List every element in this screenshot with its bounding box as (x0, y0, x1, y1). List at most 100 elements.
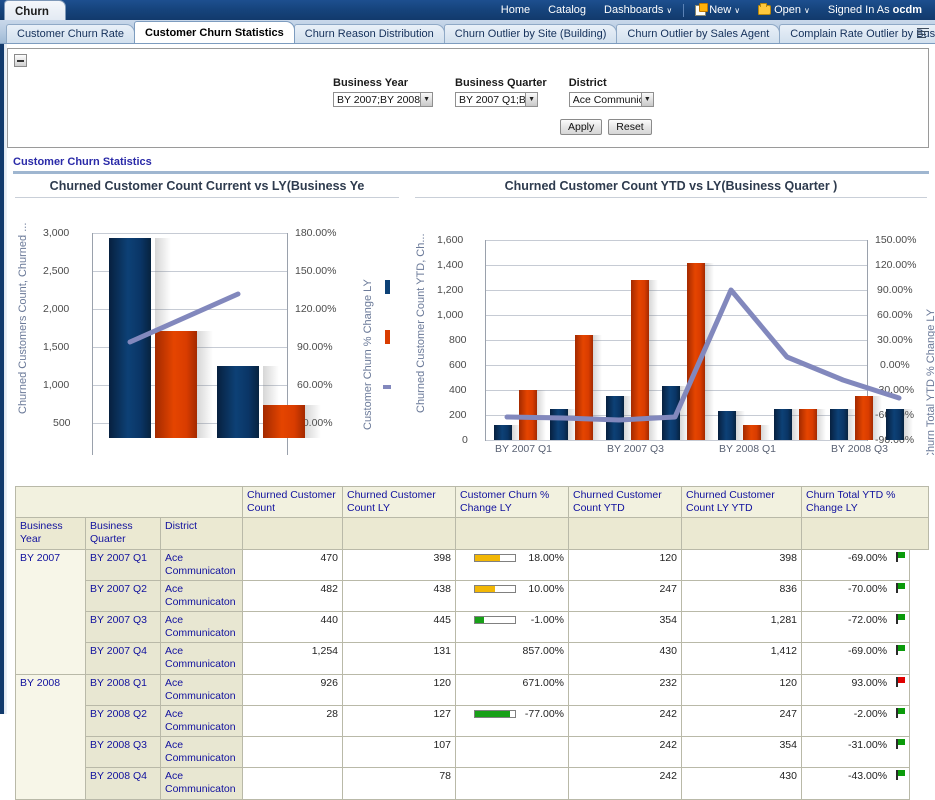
nav-catalog-label: Catalog (548, 4, 586, 16)
cell-churned-customer-count-ly-ytd: 430 (682, 768, 802, 799)
pct-value: -31.00% (848, 739, 887, 751)
col-churn-total-ytd-pct-change-ly[interactable]: Churn Total YTD % Change LY (802, 487, 929, 518)
collapse-section-button[interactable] (14, 54, 27, 67)
business-quarter-select[interactable]: BY 2007 Q1;BY ▼ (455, 92, 538, 107)
chart2-trend-line (407, 200, 935, 438)
cell-business-quarter: BY 2008 Q4 (86, 768, 161, 799)
tab-customer-churn-rate[interactable]: Customer Churn Rate (6, 24, 135, 43)
nav-dashboards[interactable]: Dashboards ∨ (595, 4, 681, 16)
cell-district: Ace Communicaton (161, 768, 243, 799)
chart1-title-rule (15, 197, 399, 198)
nav-open-label: Open (774, 4, 801, 16)
tab-label: Complain Rate Outlier by Business (790, 28, 935, 40)
cell-churned-customer-count: 482 (243, 580, 343, 611)
nav-dashboards-label: Dashboards (604, 4, 663, 16)
cell-churned-customer-count-ly-ytd: 398 (682, 549, 802, 580)
cell-district: Ace Communicaton (161, 612, 243, 643)
col-churned-customer-count-ly[interactable]: Churned Customer Count LY (343, 487, 456, 518)
cell-churned-customer-count-ly-ytd: 836 (682, 580, 802, 611)
signed-in-label: Signed In As (828, 4, 890, 16)
chevron-down-icon: ∨ (734, 7, 740, 15)
tab-churn-outlier-by-sales-agent[interactable]: Churn Outlier by Sales Agent (616, 24, 780, 43)
col-business-quarter[interactable]: Business Quarter (86, 518, 161, 549)
status-flag-icon (896, 677, 905, 687)
tab-complain-rate-outlier-by-business[interactable]: Complain Rate Outlier by Business » (779, 24, 935, 43)
chart1-plot: Churned Customers Count, Churned ... 3,0… (7, 200, 407, 438)
col-churned-customer-count-ly-ytd[interactable]: Churned Customer Count LY YTD (682, 487, 802, 518)
col-district[interactable]: District (161, 518, 243, 549)
cell-churn-total-ytd-pct-change-ly: -69.00% (802, 549, 910, 580)
pct-value: -69.00% (848, 552, 887, 564)
pct-value: -43.00% (848, 770, 887, 782)
page-options-button[interactable] (915, 25, 931, 41)
col-churned-customer-count-ytd[interactable]: Churned Customer Count YTD (569, 487, 682, 518)
chevron-down-icon[interactable]: ▼ (420, 93, 432, 106)
tab-churn-reason-distribution[interactable]: Churn Reason Distribution (294, 24, 445, 43)
chart1-legend-swatch-red (385, 330, 390, 344)
section-title: Customer Churn Statistics (13, 156, 929, 174)
page-body: Business Year BY 2007;BY 2008;B ▼ Busine… (0, 44, 935, 714)
table-row: BY 2007 Q2 Ace Communicaton 482 438 10.0… (16, 580, 929, 611)
table-corner-blank (16, 487, 243, 518)
col-churned-customer-count[interactable]: Churned Customer Count (243, 487, 343, 518)
chart1-y2-axis-title: Customer Churn % Change LY (362, 260, 374, 430)
pct-value: -77.00% (525, 708, 564, 721)
chart2-title: Churned Customer Count YTD vs LY(Busines… (407, 177, 935, 193)
page-options-icon (917, 28, 929, 39)
global-nav: Home Catalog Dashboards ∨ New ∨ Open ∨ S… (492, 0, 931, 20)
status-flag-icon (896, 708, 905, 718)
cell-churned-customer-count-ly: 131 (343, 643, 456, 674)
status-flag-icon (896, 614, 905, 624)
nav-catalog[interactable]: Catalog (539, 4, 595, 16)
cell-churned-customer-count (243, 768, 343, 799)
apply-button[interactable]: Apply (560, 119, 602, 135)
nav-new[interactable]: New ∨ (686, 4, 749, 16)
tab-customer-churn-statistics[interactable]: Customer Churn Statistics (134, 21, 295, 43)
cell-customer-churn-pct-change-ly: 18.00% (456, 549, 569, 580)
col-customer-churn-pct-change-ly[interactable]: Customer Churn % Change LY (456, 487, 569, 518)
app-tab-churn[interactable]: Churn (4, 0, 66, 20)
cell-churned-customer-count-ytd: 430 (569, 643, 682, 674)
col-spacer (569, 518, 682, 549)
tab-label: Churn Reason Distribution (305, 28, 434, 40)
cell-churned-customer-count (243, 737, 343, 768)
status-flag-icon (896, 583, 905, 593)
cell-business-quarter: BY 2008 Q2 (86, 705, 161, 736)
chevron-down-icon[interactable]: ▼ (525, 93, 537, 106)
filter-business-year: Business Year BY 2007;BY 2008;B ▼ (333, 77, 433, 107)
business-year-select[interactable]: BY 2007;BY 2008;B ▼ (333, 92, 433, 107)
tab-churn-outlier-by-site[interactable]: Churn Outlier by Site (Building) (444, 24, 618, 43)
col-business-year[interactable]: Business Year (16, 518, 86, 549)
cell-churn-total-ytd-pct-change-ly: -70.00% (802, 580, 910, 611)
nav-open[interactable]: Open ∨ (749, 4, 819, 16)
cell-business-quarter: BY 2007 Q1 (86, 549, 161, 580)
cell-customer-churn-pct-change-ly: 10.00% (456, 580, 569, 611)
table-row: BY 2007 Q3 Ace Communicaton 440 445 -1.0… (16, 612, 929, 643)
cell-churned-customer-count-ly-ytd: 247 (682, 705, 802, 736)
reset-button[interactable]: Reset (608, 119, 651, 135)
table-row: BY 2008 BY 2008 Q1 Ace Communicaton 926 … (16, 674, 929, 705)
district-value: Ace Communica (573, 94, 641, 106)
cell-churn-total-ytd-pct-change-ly: -43.00% (802, 768, 910, 799)
cell-customer-churn-pct-change-ly: -77.00% (456, 705, 569, 736)
filter-panel: Business Year BY 2007;BY 2008;B ▼ Busine… (7, 48, 929, 148)
cell-churned-customer-count-ytd: 242 (569, 737, 682, 768)
tab-label: Churn Outlier by Site (Building) (455, 28, 607, 40)
cell-churned-customer-count: 926 (243, 674, 343, 705)
nav-new-label: New (709, 4, 731, 16)
open-folder-icon (758, 5, 771, 15)
table-body: BY 2007 BY 2007 Q1 Ace Communicaton 470 … (16, 549, 929, 799)
col-spacer (456, 518, 569, 549)
pct-value: -1.00% (531, 614, 564, 627)
nav-home[interactable]: Home (492, 4, 539, 16)
district-select[interactable]: Ace Communica ▼ (569, 92, 654, 107)
nav-signed-in-as[interactable]: Signed In As ocdm (819, 4, 931, 16)
chevron-down-icon: ∨ (804, 7, 810, 15)
table-dim-header-row: Business Year Business Quarter District (16, 518, 929, 549)
churn-statistics-table: Churned Customer Count Churned Customer … (15, 486, 929, 800)
chevron-down-icon: ∨ (666, 7, 672, 15)
chart1-legend-swatch-line (383, 385, 391, 389)
chevron-down-icon[interactable]: ▼ (641, 93, 653, 106)
table-row: BY 2007 BY 2007 Q1 Ace Communicaton 470 … (16, 549, 929, 580)
cell-churned-customer-count-ly: 120 (343, 674, 456, 705)
